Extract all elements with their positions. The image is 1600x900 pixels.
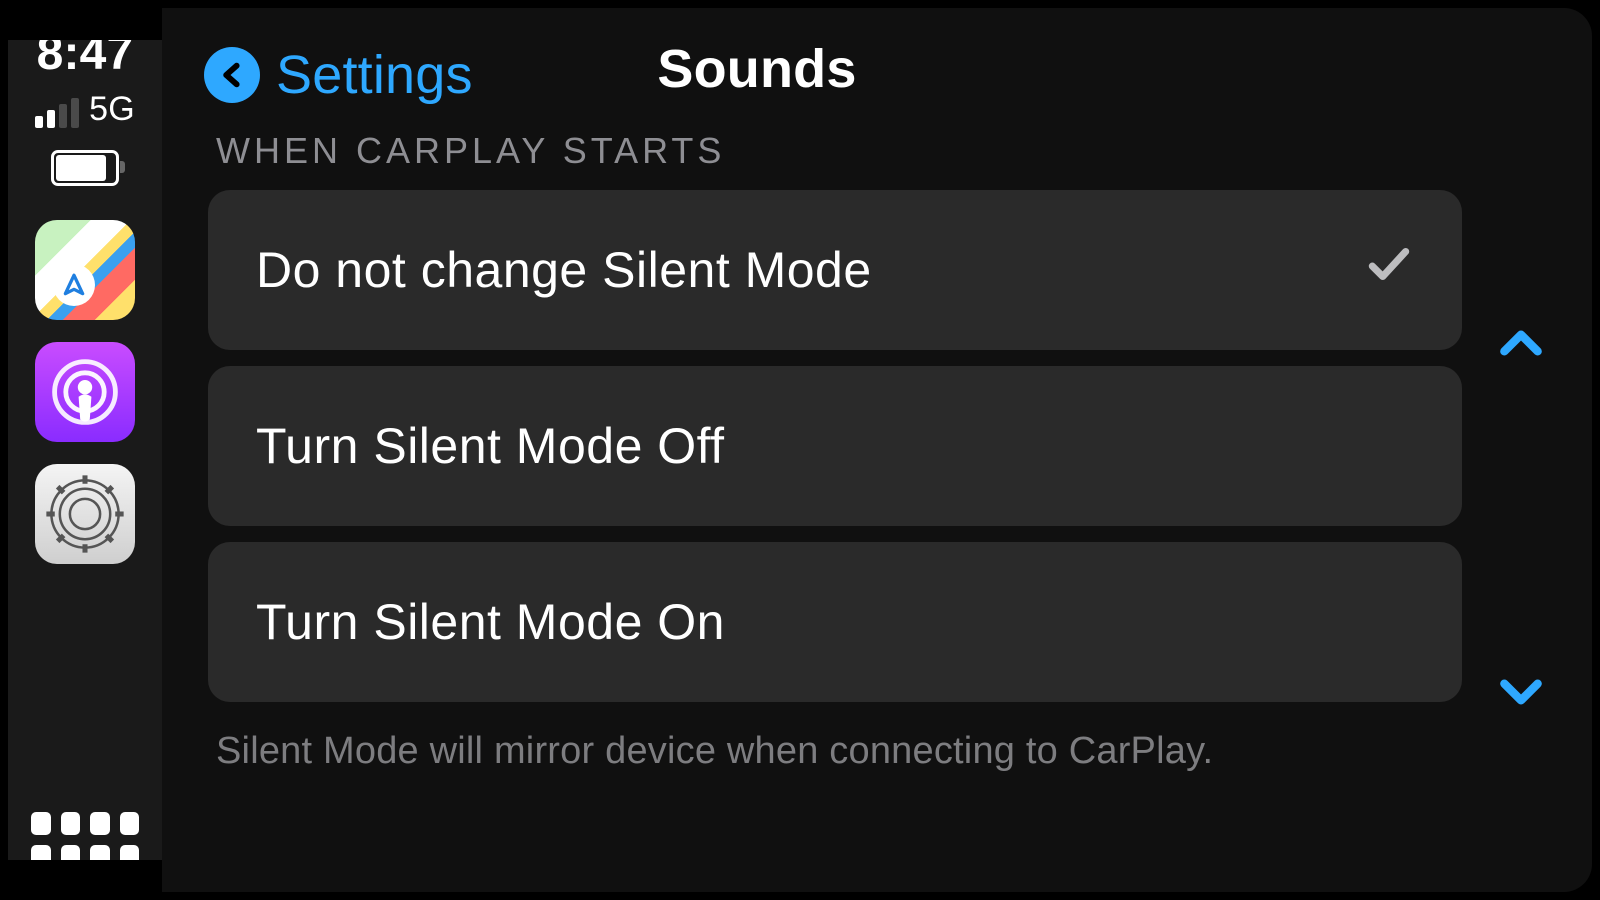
option-label: Turn Silent Mode On <box>256 593 1414 651</box>
chevron-left-icon <box>204 47 260 103</box>
dock-app-maps[interactable] <box>35 220 135 320</box>
carplay-stage: 8:47 5G <box>0 0 1600 900</box>
signal-bars-icon <box>35 98 79 128</box>
main-pane: Settings Sounds WHEN CARPLAY STARTS Do n… <box>162 8 1592 892</box>
scroll-down-button[interactable] <box>1486 667 1556 722</box>
option-label: Do not change Silent Mode <box>256 241 1364 299</box>
status-network: 5G <box>89 92 135 126</box>
back-button[interactable]: Settings <box>204 44 473 106</box>
scroll-up-button[interactable] <box>1486 318 1556 373</box>
dock-app-list <box>35 220 135 564</box>
status-signal-row: 5G <box>35 94 135 128</box>
option-do-not-change[interactable]: Do not change Silent Mode <box>208 190 1462 350</box>
scroll-indicator <box>1476 8 1566 862</box>
option-silent-off[interactable]: Turn Silent Mode Off <box>208 366 1462 526</box>
option-label: Turn Silent Mode Off <box>256 417 1414 475</box>
checkmark-icon <box>1364 239 1414 301</box>
carplay-frame: 8:47 5G <box>0 0 1600 900</box>
back-label: Settings <box>276 44 473 106</box>
maps-location-icon <box>53 264 95 306</box>
battery-icon <box>51 150 119 186</box>
status-dock: 8:47 5G <box>8 8 162 892</box>
dock-app-podcasts[interactable] <box>35 342 135 442</box>
section-header: WHEN CARPLAY STARTS <box>216 130 1462 172</box>
option-silent-on[interactable]: Turn Silent Mode On <box>208 542 1462 702</box>
dock-app-settings[interactable] <box>35 464 135 564</box>
nav-bar: Settings Sounds <box>162 30 1592 108</box>
section-footer: Silent Mode will mirror device when conn… <box>216 724 1246 779</box>
carplay-inner: 8:47 5G <box>8 8 1592 892</box>
content-area: WHEN CARPLAY STARTS Do not change Silent… <box>162 108 1592 779</box>
